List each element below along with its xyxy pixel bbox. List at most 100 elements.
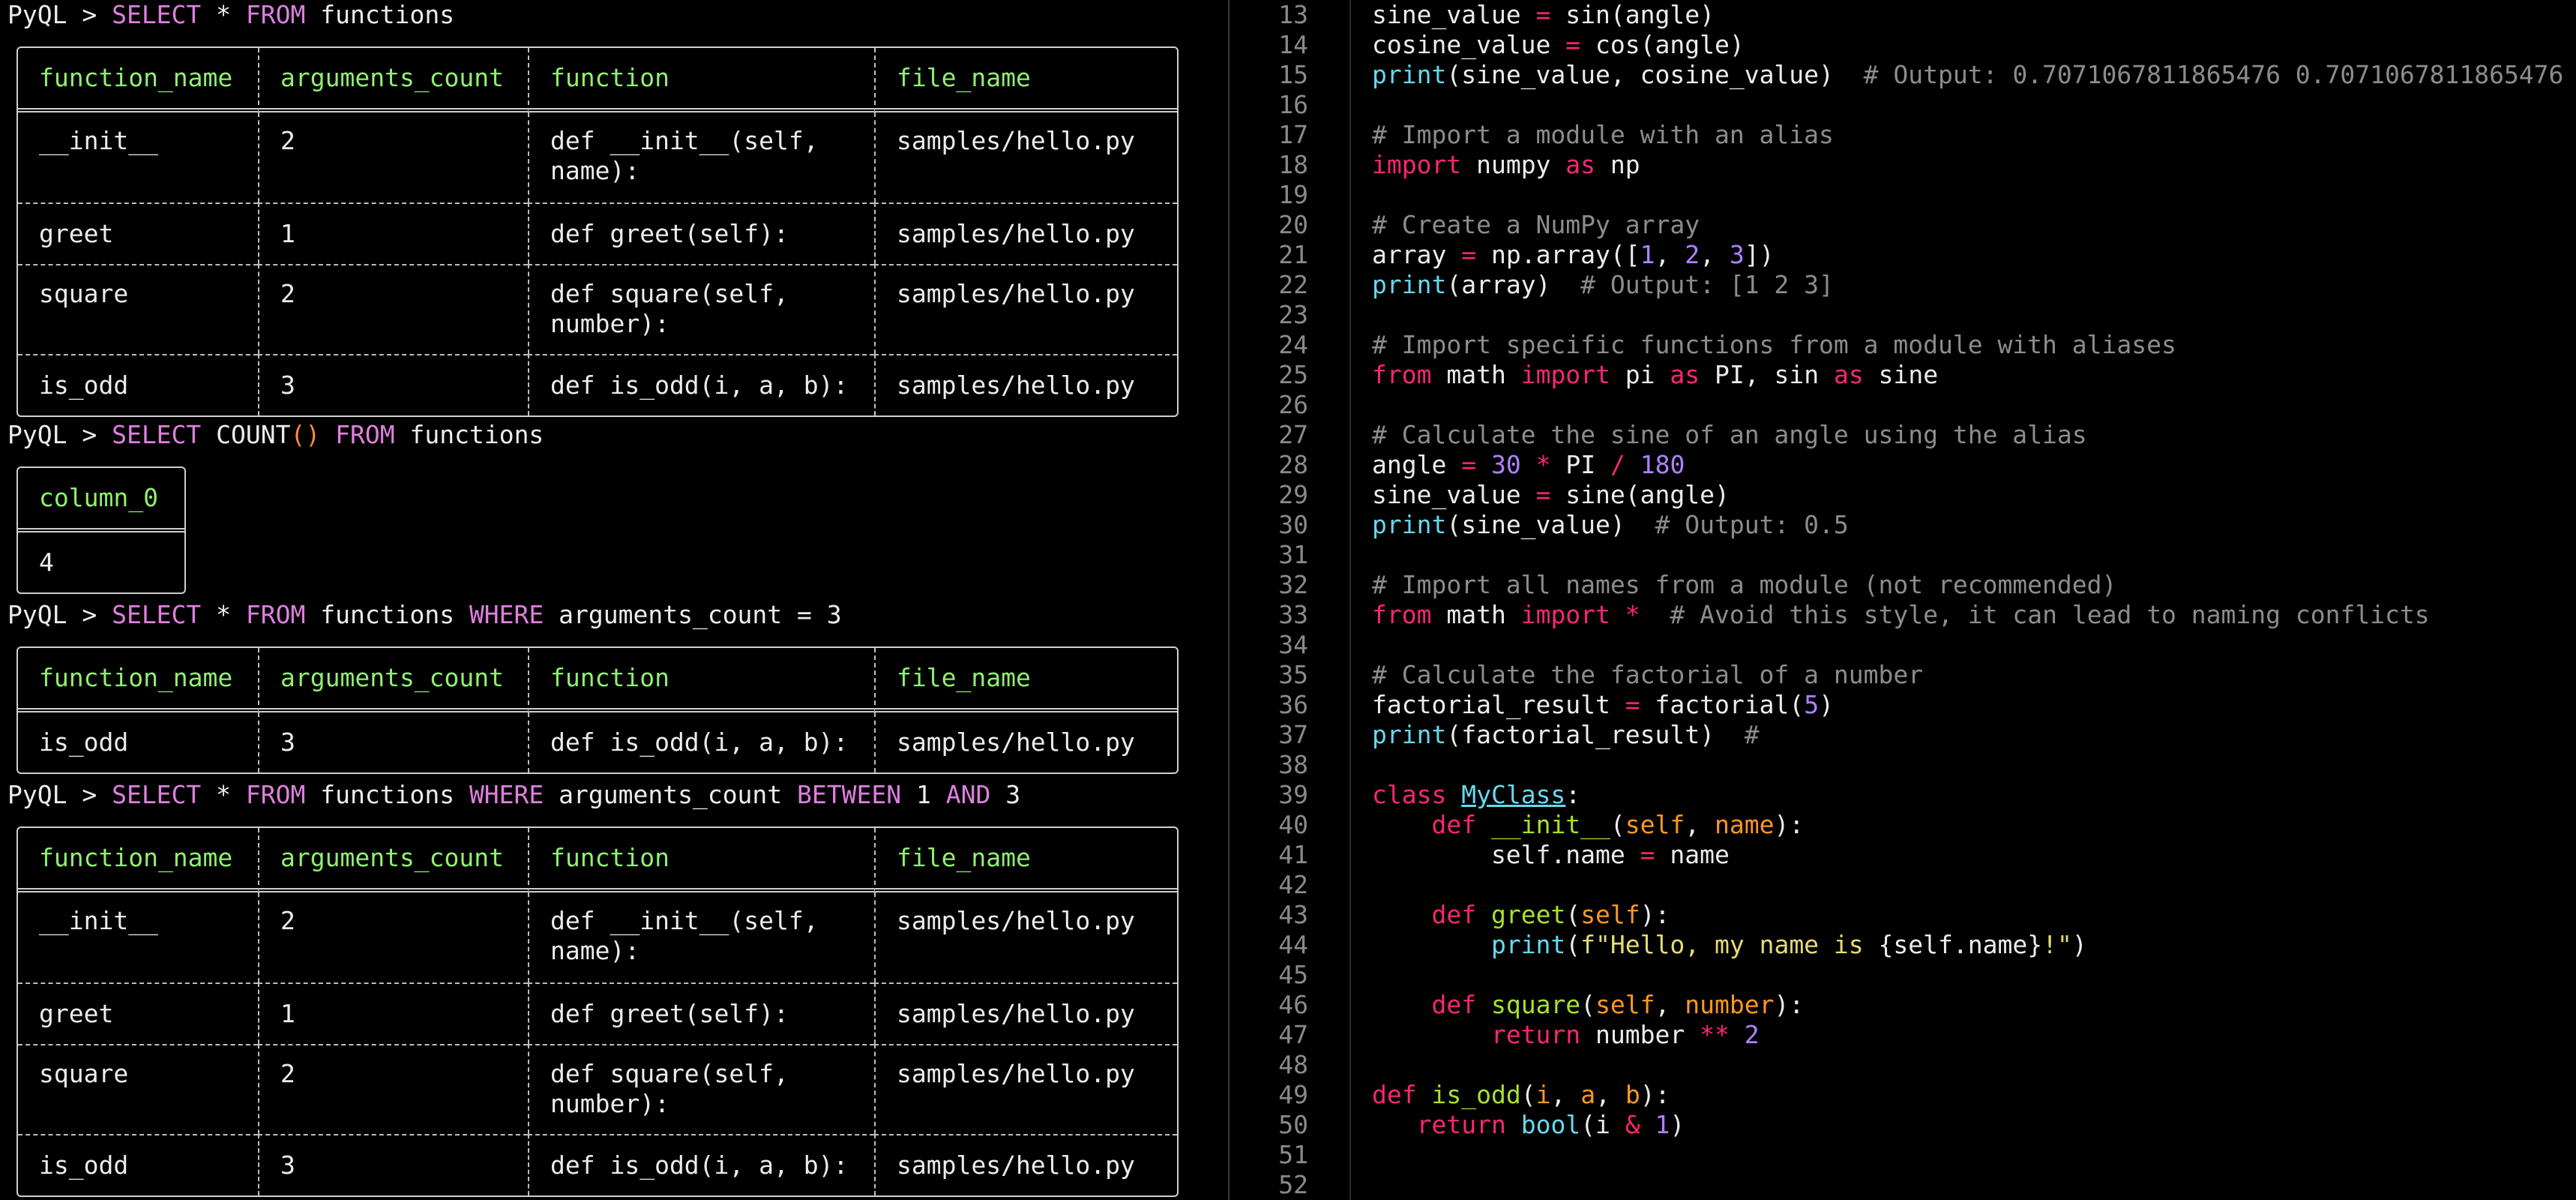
- code-line[interactable]: [1372, 630, 2563, 660]
- code-token: (: [1580, 990, 1596, 1019]
- code-line[interactable]: [1372, 750, 2563, 780]
- code-line[interactable]: def __init__(self, name):: [1372, 810, 2563, 840]
- sql-keyword: FROM: [335, 420, 395, 449]
- code-line[interactable]: angle = 30 * PI / 180: [1372, 450, 2563, 480]
- line-number: 24: [1278, 330, 1308, 359]
- code-token: cos(angle): [1580, 30, 1745, 59]
- query-prompt-4: PyQL > SELECT * FROM functions WHERE arg…: [7, 780, 1020, 810]
- code-token: print: [1372, 60, 1447, 89]
- code-token: (: [1565, 930, 1581, 959]
- line-number: 41: [1278, 840, 1308, 869]
- line-number: 46: [1278, 990, 1308, 1019]
- code-line[interactable]: # Import all names from a module (not re…: [1372, 570, 2563, 600]
- code-line[interactable]: [1372, 540, 2563, 570]
- code-token: {self.name}: [1878, 930, 2043, 959]
- code-line[interactable]: [1372, 870, 2563, 900]
- code-line[interactable]: [1372, 1170, 2563, 1200]
- table-cell: samples/hello.py: [874, 354, 1177, 416]
- terminal-pane[interactable]: PyQL > SELECT * FROM functions function _…: [0, 0, 1230, 1200]
- line-number: 27: [1278, 420, 1308, 449]
- table-cell: samples/hello.py: [874, 1044, 1177, 1134]
- code-token: # Import specific functions from a modul…: [1372, 330, 2176, 359]
- prompt-prefix: PyQL >: [7, 600, 112, 629]
- line-number: 15: [1278, 60, 1308, 89]
- code-line[interactable]: sine_value = sin(angle): [1372, 0, 2563, 30]
- column-header: file_name: [874, 48, 1177, 112]
- code-line[interactable]: cosine_value = cos(angle): [1372, 30, 2563, 60]
- table-cell: 1: [258, 202, 528, 264]
- code-line[interactable]: # Calculate the factorial of a number: [1372, 660, 2563, 690]
- code-line[interactable]: from math import pi as PI, sin as sine: [1372, 360, 2563, 390]
- code-token: (array): [1446, 270, 1581, 299]
- table-cell: 2: [258, 264, 528, 354]
- table-row: __init__ 2 def __init__(self, name): sample…: [18, 892, 1177, 982]
- code-token: *: [1625, 600, 1640, 629]
- code-token: np.array([: [1476, 240, 1640, 269]
- line-number: 32: [1278, 570, 1308, 599]
- code-line[interactable]: [1372, 390, 2563, 420]
- table-cell: 2: [258, 112, 528, 202]
- code-line[interactable]: array = np.array([1, 2, 3]): [1372, 240, 2563, 270]
- code-line[interactable]: print(sine_value, cosine_value) # Output…: [1372, 60, 2563, 90]
- code-token: np: [1595, 150, 1640, 179]
- sql-keyword: BETWEEN: [797, 780, 902, 809]
- code-line[interactable]: [1372, 180, 2563, 210]
- code-line[interactable]: # Calculate the sine of an angle using t…: [1372, 420, 2563, 450]
- code-editor-pane[interactable]: 13 14 15 16 17 18 19 20 21 22 23 24 25 26 27 28 29 30 31 32…: [1230, 0, 2576, 1200]
- code-line[interactable]: self.name = name: [1372, 840, 2563, 870]
- code-line[interactable]: return bool(i & 1): [1372, 1110, 2563, 1140]
- line-number: 19: [1278, 180, 1308, 209]
- code-line[interactable]: [1372, 300, 2563, 330]
- table-cell: def greet(self):: [528, 982, 874, 1044]
- code-token: (sine_value): [1446, 510, 1655, 539]
- code-line[interactable]: factorial_result = factorial(5): [1372, 690, 2563, 720]
- code-token: is_odd: [1431, 1080, 1521, 1109]
- code-line[interactable]: def square(self, number):: [1372, 990, 2563, 1020]
- code-token: ]): [1744, 240, 1775, 269]
- table-cell: def __init__(self, name):: [528, 892, 874, 982]
- sql-text: COUNT: [201, 420, 291, 449]
- code-line[interactable]: print(factorial_result) #: [1372, 720, 2563, 750]
- code-line[interactable]: class MyClass:: [1372, 780, 2563, 810]
- code-line[interactable]: # Create a NumPy array: [1372, 210, 2563, 240]
- code-token: =: [1461, 240, 1477, 269]
- code-line[interactable]: [1372, 1050, 2563, 1080]
- line-number: 45: [1278, 960, 1308, 989]
- code-line[interactable]: [1372, 960, 2563, 990]
- code-line[interactable]: [1372, 90, 2563, 120]
- column-header: file_name: [874, 828, 1177, 892]
- code-token: pi: [1610, 360, 1670, 389]
- code-line[interactable]: def greet(self):: [1372, 900, 2563, 930]
- code-line[interactable]: print(array) # Output: [1 2 3]: [1372, 270, 2563, 300]
- table-cell: greet: [18, 982, 258, 1044]
- table-cell: 3: [258, 354, 528, 416]
- code-token: 1: [1640, 240, 1655, 269]
- line-number: 14: [1278, 30, 1308, 59]
- code-token: &: [1625, 1110, 1640, 1139]
- code-line[interactable]: def is_odd(i, a, b):: [1372, 1080, 2563, 1110]
- column-header: function: [528, 648, 874, 712]
- code-area[interactable]: sine_value = sin(angle) cosine_value = co…: [1372, 0, 2563, 1200]
- code-line[interactable]: print(f"Hello, my name is {self.name}!"): [1372, 930, 2563, 960]
- code-line[interactable]: return number ** 2: [1372, 1020, 2563, 1050]
- line-number: 43: [1278, 900, 1308, 929]
- table-cell: def is_odd(i, a, b):: [528, 1134, 874, 1196]
- code-line[interactable]: from math import * # Avoid this style, i…: [1372, 600, 2563, 630]
- code-line[interactable]: # Import specific functions from a modul…: [1372, 330, 2563, 360]
- table-row: 4: [18, 532, 184, 592]
- code-line[interactable]: sine_value = sine(angle): [1372, 480, 2563, 510]
- code-line[interactable]: print(sine_value) # Output: 0.5: [1372, 510, 2563, 540]
- code-token: cosine_value: [1372, 30, 1566, 59]
- code-line[interactable]: [1372, 1140, 2563, 1170]
- line-number: 23: [1278, 300, 1308, 329]
- line-number: 48: [1278, 1050, 1308, 1079]
- sql-keyword: WHERE: [469, 780, 544, 809]
- query-prompt-1: PyQL > SELECT * FROM functions: [7, 0, 454, 30]
- code-line[interactable]: import numpy as np: [1372, 150, 2563, 180]
- code-line[interactable]: # Import a module with an alias: [1372, 120, 2563, 150]
